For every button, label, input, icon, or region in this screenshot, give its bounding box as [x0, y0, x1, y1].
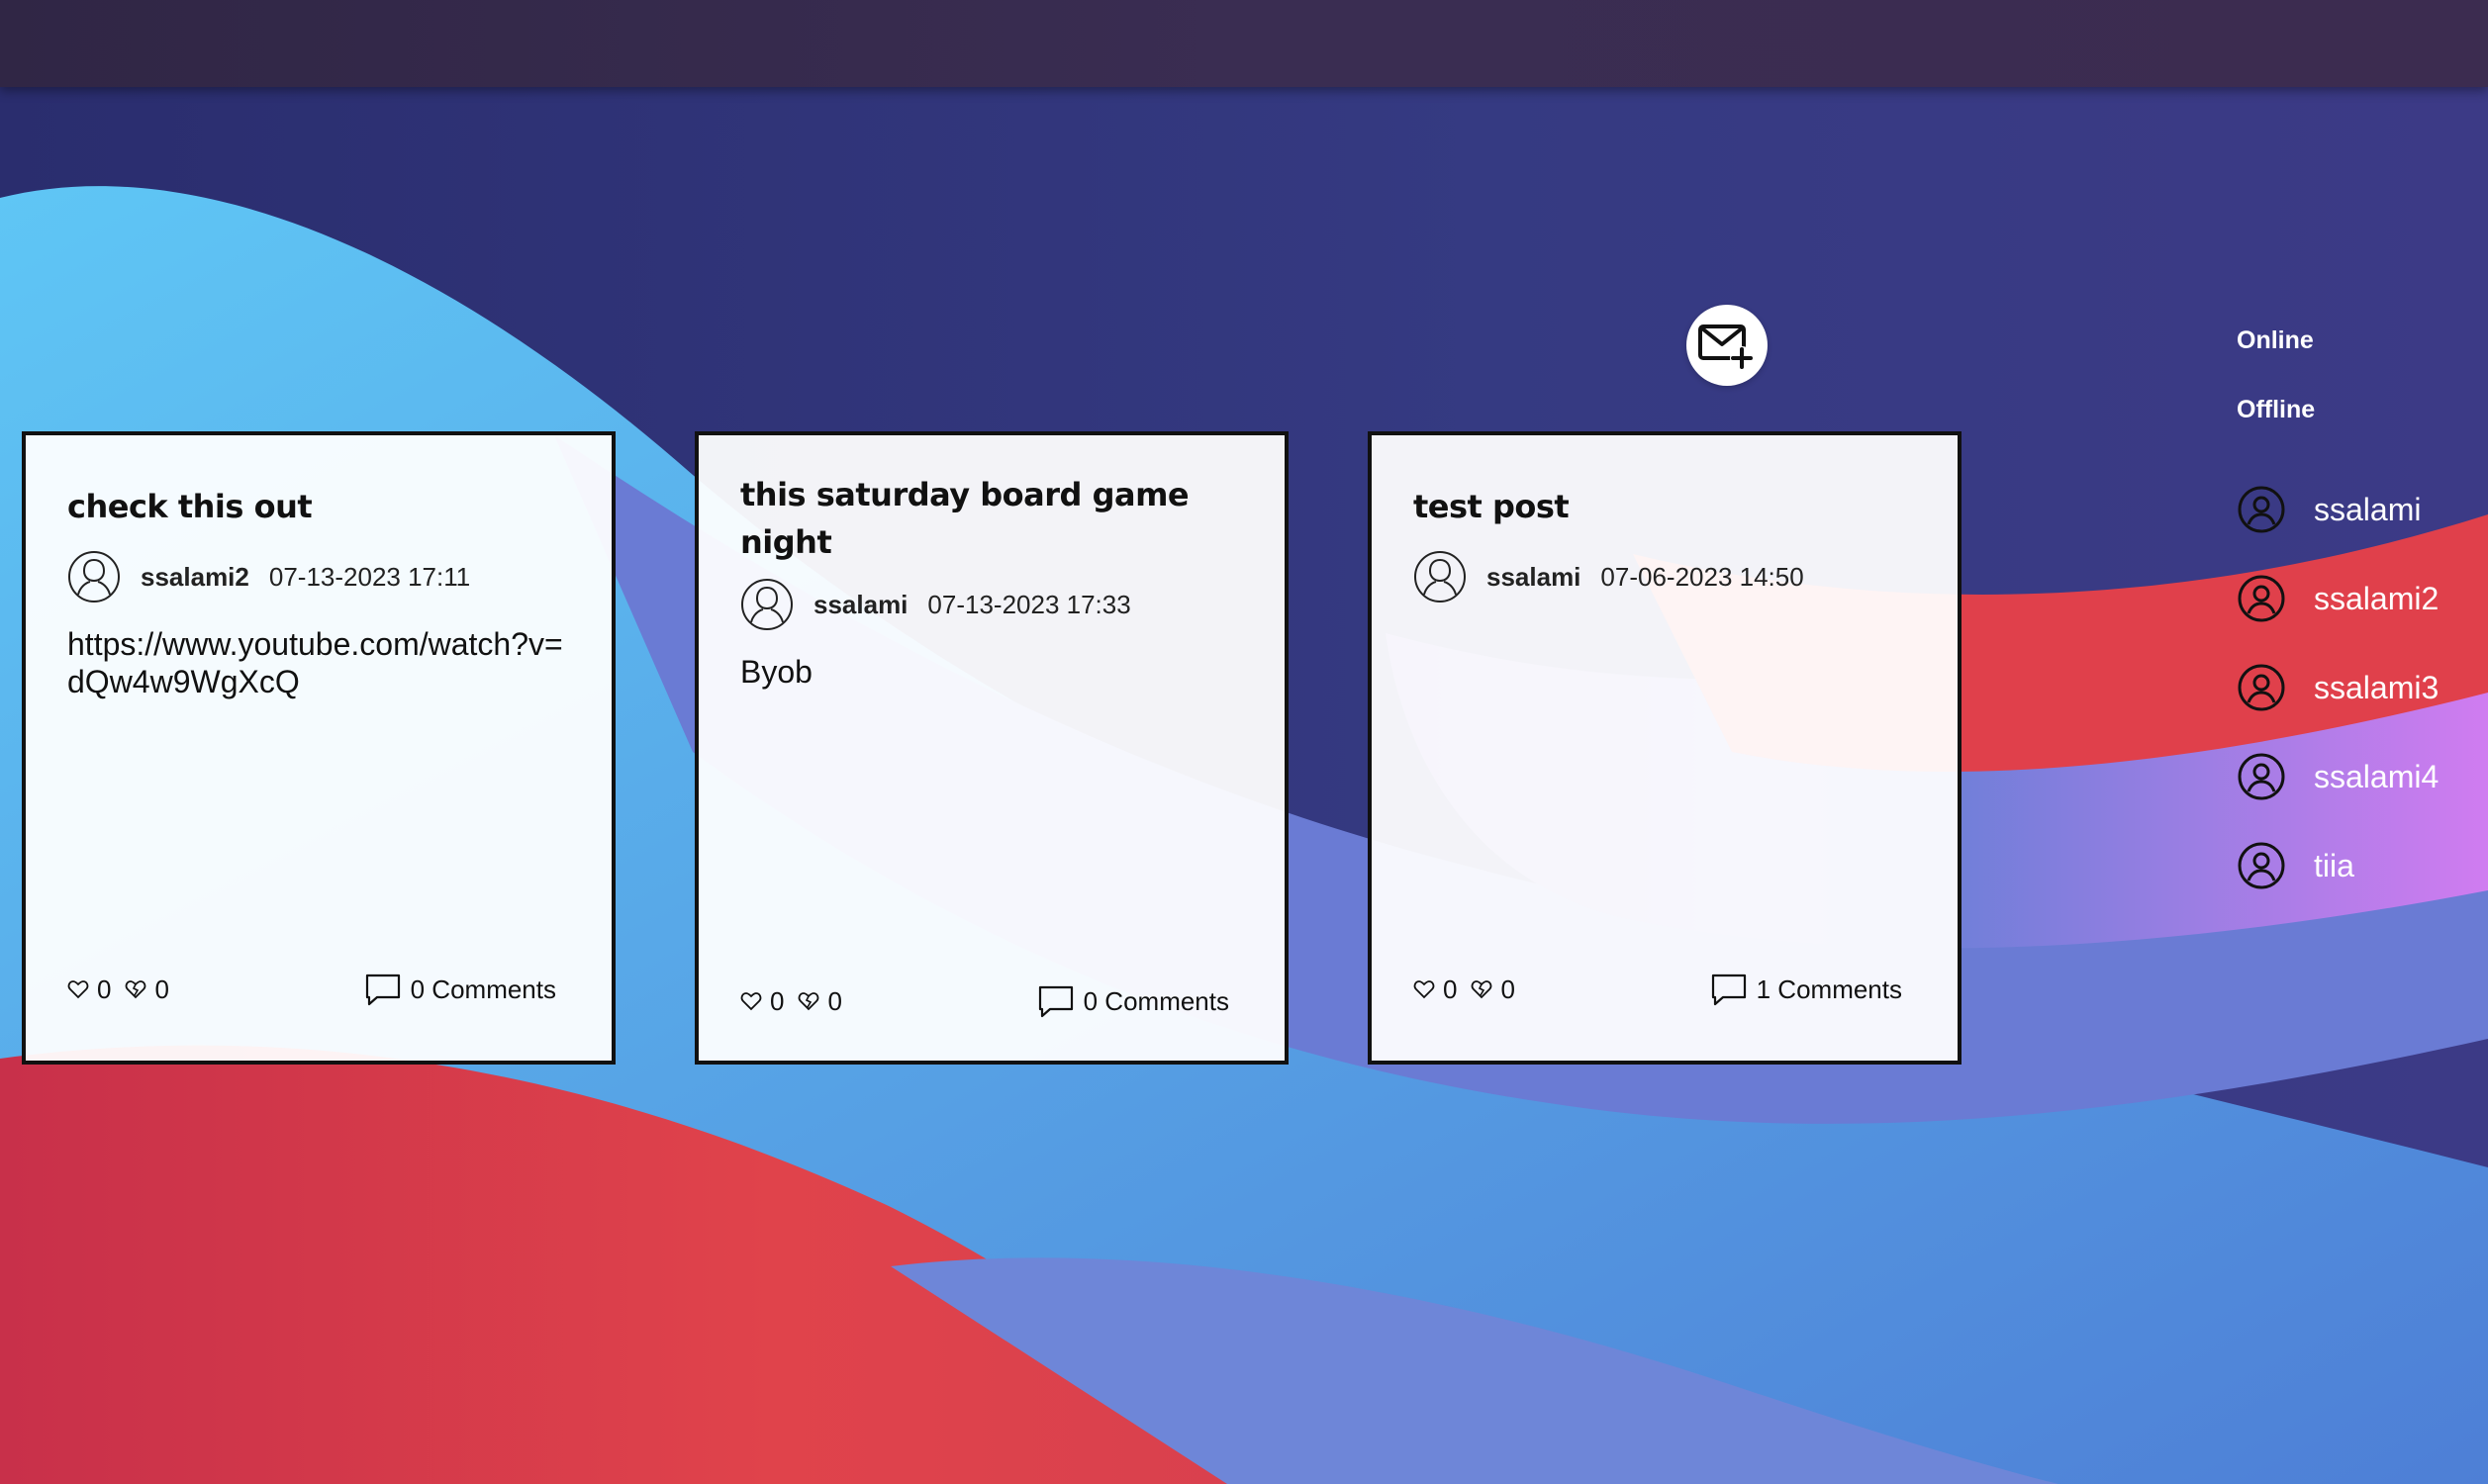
user-circle-icon: [2238, 753, 2285, 800]
like-count: 0: [97, 974, 112, 1004]
online-heading: Online: [2237, 326, 2314, 354]
offline-heading: Offline: [2237, 396, 2316, 423]
post-author[interactable]: ssalami: [1486, 562, 1580, 593]
post-card[interactable]: test post ssalami 07-06-2023 14:50 0 0 1…: [1368, 431, 1962, 1065]
user-list-item[interactable]: ssalami4: [2237, 732, 2439, 821]
post-footer: 0 0 1 Comments: [1413, 970, 1902, 1009]
reactions: 0 0: [740, 986, 856, 1017]
user-list-item[interactable]: ssalami3: [2237, 643, 2439, 732]
user-avatar-icon: [68, 551, 120, 603]
mail-plus-icon: [1698, 325, 1754, 370]
dislike-count: 0: [154, 974, 169, 1004]
post-title[interactable]: check this out: [67, 483, 570, 530]
post-author[interactable]: ssalami: [813, 590, 908, 620]
post-date: 07-13-2023 17:11: [268, 561, 471, 592]
heart-icon[interactable]: [1413, 978, 1435, 1000]
comment-icon: [1711, 974, 1746, 1006]
user-name: ssalami: [2314, 491, 2422, 527]
reactions: 0 0: [67, 974, 183, 1005]
post-author[interactable]: ssalami2: [141, 562, 249, 593]
post-card[interactable]: check this out ssalami2 07-13-2023 17:11…: [22, 431, 616, 1065]
post-body: https://www.youtube.com/watch?v=dQw4w9Wg…: [67, 626, 563, 699]
users-status-panel: Online Offline ssalami ssalami2 ssalami3…: [2237, 323, 2439, 910]
post-card[interactable]: this saturday board game night ssalami 0…: [695, 431, 1289, 1065]
user-circle-icon: [2238, 486, 2285, 533]
user-circle-icon: [2238, 842, 2285, 889]
broken-heart-icon[interactable]: [798, 990, 819, 1012]
broken-heart-icon[interactable]: [125, 978, 146, 1000]
post-footer: 0 0 0 Comments: [740, 981, 1229, 1021]
comments-label: 0 Comments: [410, 974, 556, 1004]
post-body: Byob: [740, 654, 813, 690]
new-message-button[interactable]: [1686, 305, 1768, 386]
broken-heart-icon[interactable]: [1471, 978, 1492, 1000]
post-date: 07-13-2023 17:33: [927, 589, 1131, 619]
like-count: 0: [1443, 974, 1458, 1004]
user-name: ssalami2: [2314, 580, 2440, 616]
comments-label: 1 Comments: [1756, 974, 1902, 1004]
user-list-item[interactable]: ssalami: [2237, 465, 2439, 554]
post-date: 07-06-2023 14:50: [1600, 561, 1804, 592]
user-name: tiia: [2314, 847, 2354, 883]
user-avatar-icon: [741, 579, 793, 630]
user-list-item[interactable]: ssalami2: [2237, 554, 2439, 643]
like-count: 0: [770, 985, 785, 1016]
post-title[interactable]: test post: [1413, 483, 1916, 530]
heart-icon[interactable]: [67, 978, 89, 1000]
user-name: ssalami4: [2314, 758, 2440, 794]
dislike-count: 0: [1500, 974, 1515, 1004]
post-footer: 0 0 0 Comments: [67, 970, 556, 1009]
comments-label: 0 Comments: [1083, 985, 1229, 1016]
reactions: 0 0: [1413, 974, 1529, 1005]
user-circle-icon: [2238, 664, 2285, 711]
comments-link[interactable]: 0 Comments: [363, 970, 556, 1009]
user-list-item[interactable]: tiia: [2237, 821, 2439, 910]
comments-link[interactable]: 0 Comments: [1036, 981, 1229, 1021]
user-avatar-icon: [1414, 551, 1466, 603]
comments-link[interactable]: 1 Comments: [1709, 970, 1902, 1009]
post-meta: ssalami2 07-13-2023 17:11: [67, 550, 570, 603]
user-circle-icon: [2238, 575, 2285, 622]
user-name: ssalami3: [2314, 669, 2440, 705]
comment-icon: [1038, 985, 1073, 1018]
heart-icon[interactable]: [740, 990, 762, 1012]
post-meta: ssalami 07-13-2023 17:33: [740, 578, 1243, 631]
post-title[interactable]: this saturday board game night: [740, 471, 1243, 566]
post-meta: ssalami 07-06-2023 14:50: [1413, 550, 1916, 603]
comment-icon: [365, 974, 400, 1006]
dislike-count: 0: [827, 985, 842, 1016]
top-navigation-bar: [0, 0, 2488, 87]
